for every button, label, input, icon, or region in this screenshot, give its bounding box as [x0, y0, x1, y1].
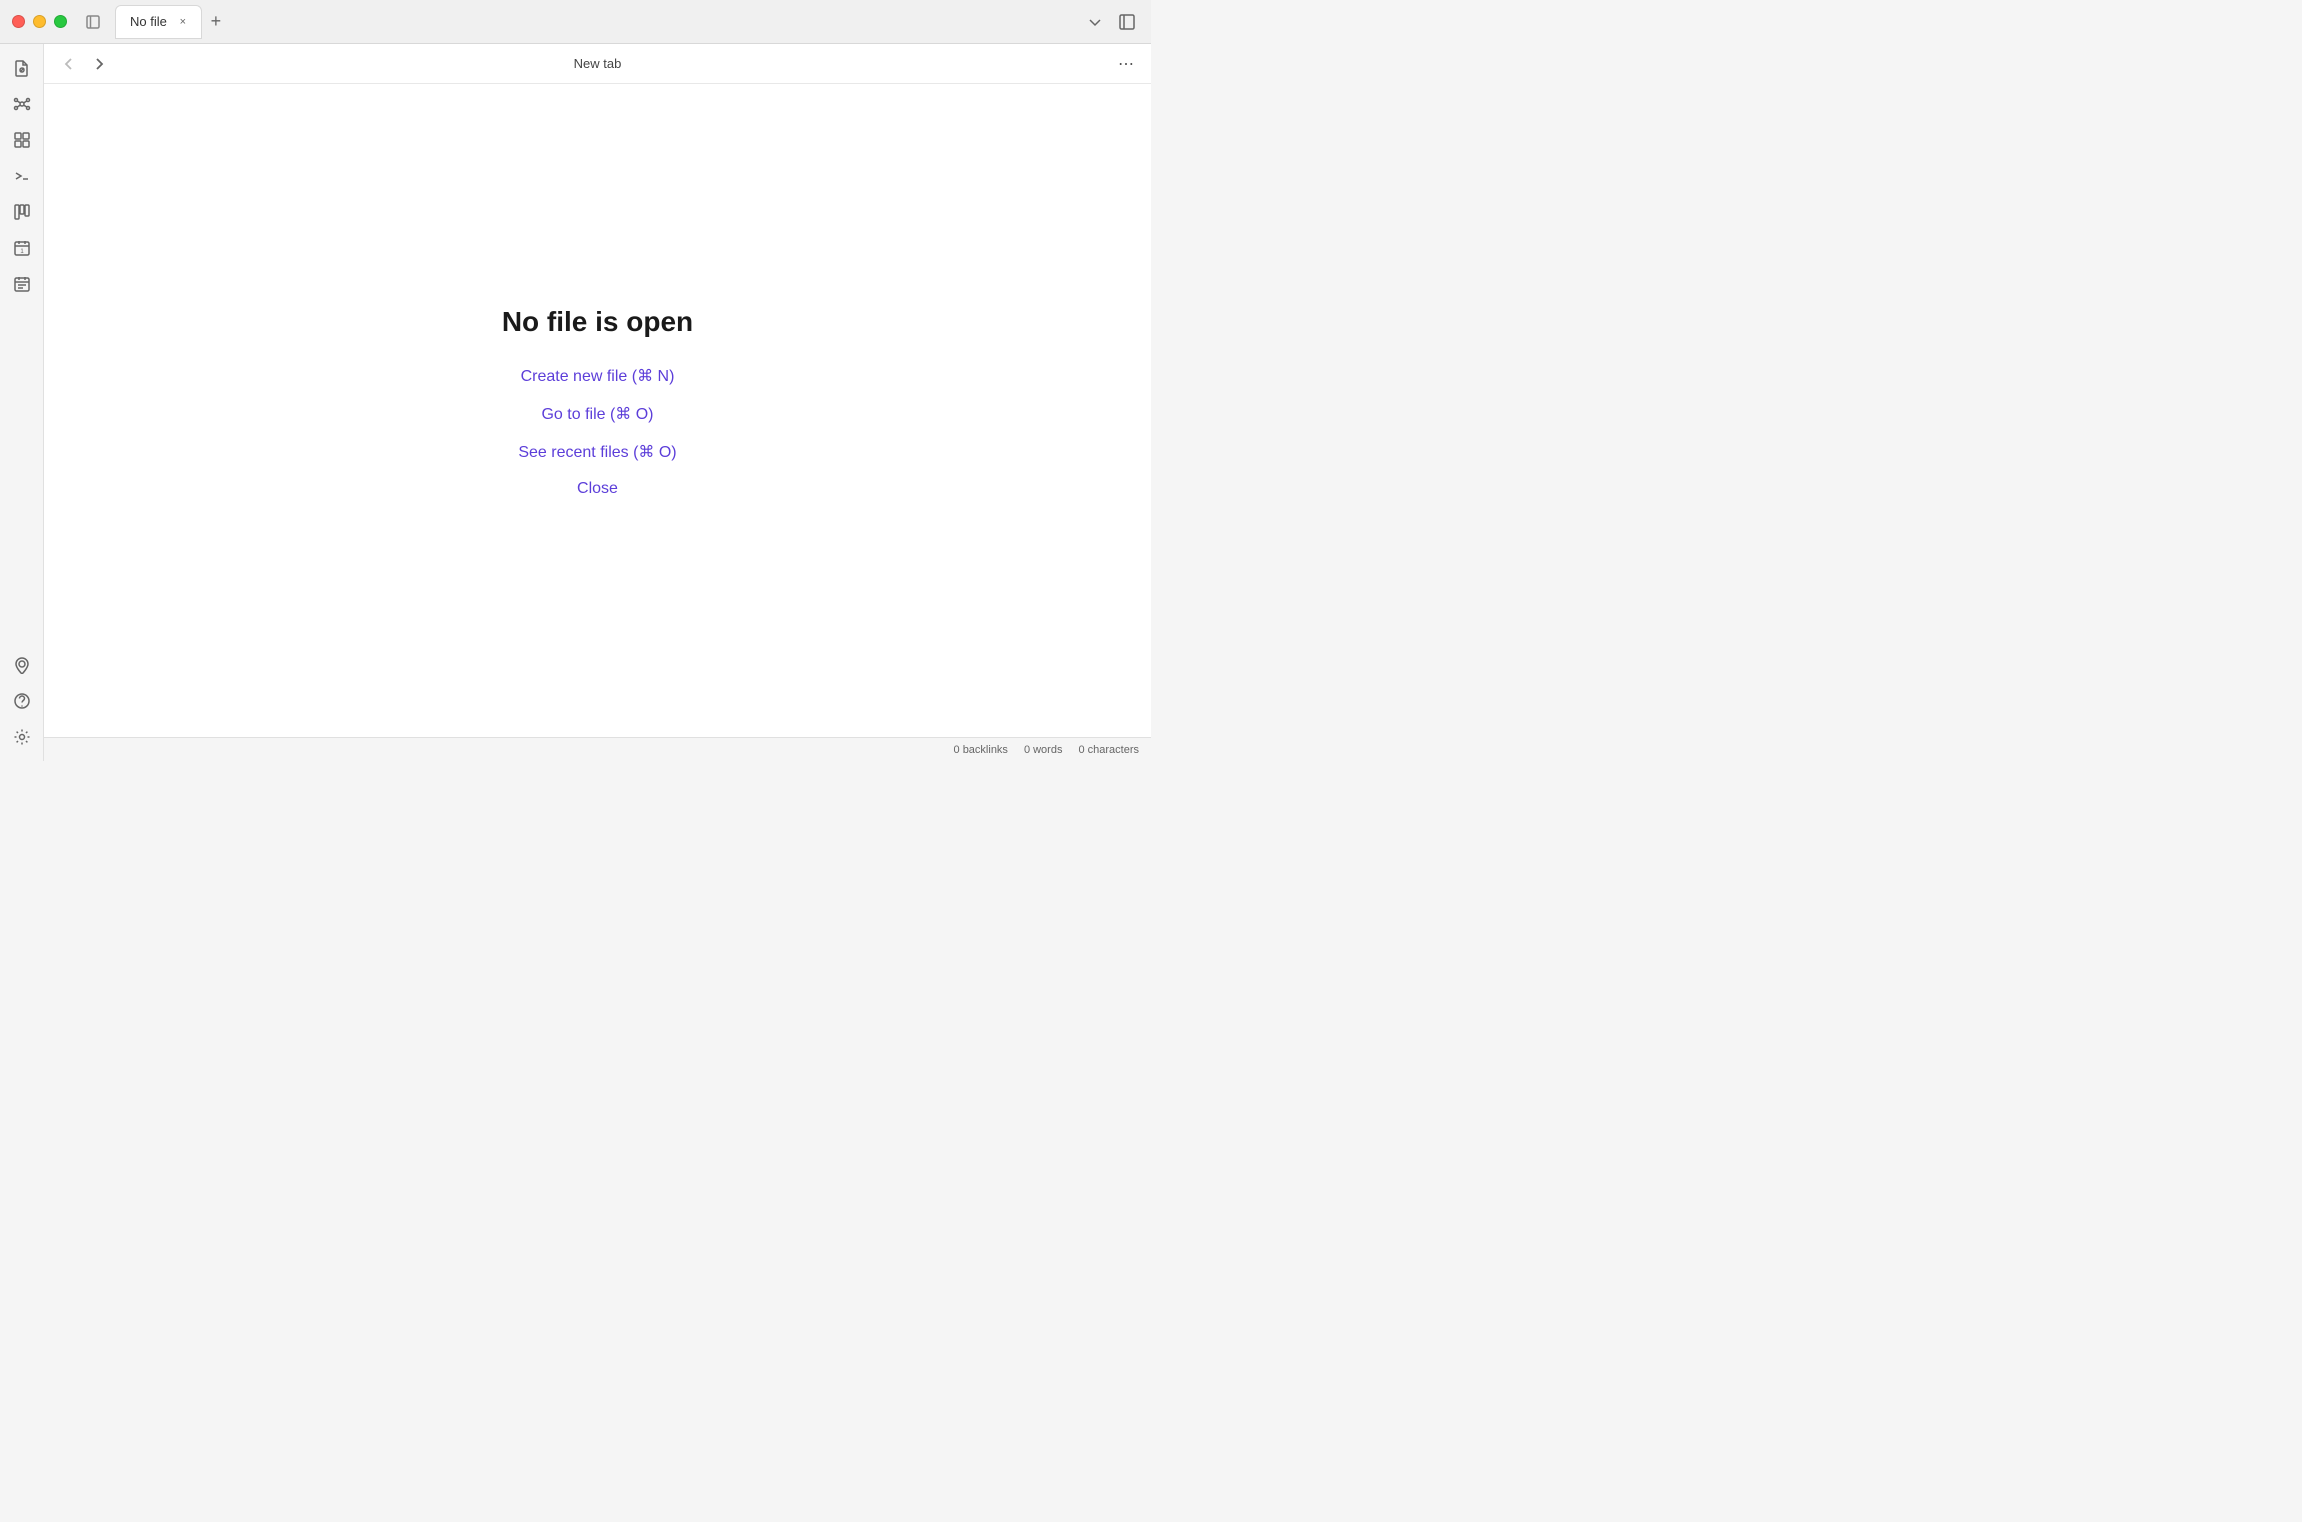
sidebar-toggle-button[interactable]: [79, 8, 107, 36]
files-icon: [13, 59, 31, 77]
sidebar-item-kanban[interactable]: [6, 196, 38, 228]
sidebar: 1: [0, 44, 44, 761]
title-bar-right: [1083, 10, 1139, 34]
tab-close-button[interactable]: ×: [175, 14, 191, 30]
extensions-icon: [13, 131, 31, 149]
main-layout: 1: [0, 44, 1151, 761]
settings-icon: [13, 728, 31, 746]
more-options-icon: ⋯: [1118, 54, 1134, 74]
sidebar-item-help[interactable]: [6, 685, 38, 717]
recent-files-link[interactable]: See recent files (⌘ O): [518, 442, 676, 462]
sidebar-item-files[interactable]: [6, 52, 38, 84]
backlinks-count: 0 backlinks: [954, 744, 1008, 756]
tabs-area: No file × +: [115, 5, 1083, 39]
toolbar-title: New tab: [574, 56, 622, 71]
calendar-icon: [13, 275, 31, 293]
terminal-icon: [13, 167, 31, 185]
tab-list-button[interactable]: [1083, 10, 1107, 34]
forward-button[interactable]: [86, 51, 112, 77]
sidebar-item-extensions[interactable]: [6, 124, 38, 156]
back-icon: [62, 57, 76, 71]
goto-file-link[interactable]: Go to file (⌘ O): [541, 404, 653, 424]
maximize-button[interactable]: [54, 15, 67, 28]
sidebar-item-terminal[interactable]: [6, 160, 38, 192]
back-button[interactable]: [56, 51, 82, 77]
sidebar-item-settings[interactable]: [6, 721, 38, 753]
layout-icon: [1119, 14, 1135, 30]
close-link[interactable]: Close: [577, 480, 618, 498]
sidebar-item-map[interactable]: [6, 649, 38, 681]
content-wrapper: New tab ⋯ No file is open Create new fil…: [44, 44, 1151, 761]
sidebar-toggle-icon: [86, 15, 100, 29]
new-tab-icon: +: [211, 11, 222, 32]
sidebar-item-calendar[interactable]: [6, 268, 38, 300]
word-count: 0 words: [1024, 744, 1063, 756]
forward-icon: [92, 57, 106, 71]
sidebar-item-calendar-day[interactable]: 1: [6, 232, 38, 264]
graph-icon: [13, 95, 31, 113]
calendar-day-icon: 1: [13, 239, 31, 257]
traffic-lights: [12, 15, 67, 28]
tab-close-icon: ×: [180, 16, 186, 28]
content-area: No file is open Create new file (⌘ N) Go…: [44, 84, 1151, 737]
svg-text:1: 1: [20, 249, 24, 255]
status-bar: 0 backlinks 0 words 0 characters: [44, 737, 1151, 761]
help-icon: [13, 692, 31, 710]
active-tab[interactable]: No file ×: [115, 5, 202, 39]
tab-label: No file: [130, 14, 167, 29]
chevron-down-icon: [1088, 15, 1102, 29]
map-icon: [13, 656, 31, 674]
minimize-button[interactable]: [33, 15, 46, 28]
title-bar: No file × +: [0, 0, 1151, 44]
character-count: 0 characters: [1078, 744, 1139, 756]
toolbar: New tab ⋯: [44, 44, 1151, 84]
close-button[interactable]: [12, 15, 25, 28]
more-options-button[interactable]: ⋯: [1113, 51, 1139, 77]
new-tab-button[interactable]: +: [202, 8, 230, 36]
kanban-icon: [13, 203, 31, 221]
sidebar-bottom: [6, 649, 38, 753]
no-file-heading: No file is open: [502, 306, 693, 338]
create-new-file-link[interactable]: Create new file (⌘ N): [521, 366, 675, 386]
layout-button[interactable]: [1115, 10, 1139, 34]
sidebar-top: 1: [6, 52, 38, 645]
sidebar-item-graph[interactable]: [6, 88, 38, 120]
